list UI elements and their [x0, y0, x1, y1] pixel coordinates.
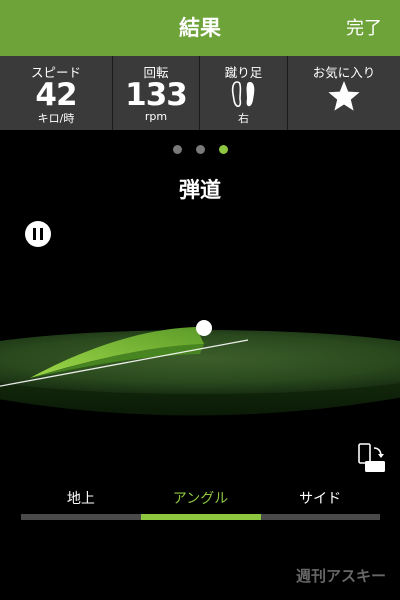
page-dot-active[interactable]: [218, 145, 228, 154]
star-icon[interactable]: [288, 80, 400, 112]
favorite-label: お気に入り: [312, 65, 376, 80]
stat-kicking-foot: 蹴り足 右: [199, 56, 287, 130]
stats-bar: スピード 42 キロ/時 回転 133 rpm 蹴り足 右 お気に入り: [0, 56, 400, 130]
tab-angle[interactable]: アングル: [141, 488, 261, 508]
speed-unit: キロ/時: [37, 112, 75, 125]
tab-side[interactable]: サイド: [260, 488, 380, 508]
tab-ground[interactable]: 地上: [21, 488, 141, 508]
page-dot[interactable]: [172, 145, 182, 154]
rotate-device-icon[interactable]: [356, 442, 388, 476]
view-tabs: 地上 アングル サイド: [21, 488, 380, 508]
trajectory-view: [0, 300, 400, 440]
ball: [196, 320, 212, 336]
spin-value: 133: [125, 77, 188, 113]
speed-value: 42: [35, 77, 77, 113]
done-button[interactable]: 完了: [346, 14, 382, 40]
page-title: 結果: [179, 16, 221, 40]
kicking-foot-value: 右: [238, 112, 249, 125]
navbar: 結果 完了: [0, 0, 400, 56]
favorite-toggle[interactable]: お気に入り: [287, 56, 400, 130]
watermark: 週刊アスキー: [295, 567, 386, 585]
page-dot[interactable]: [195, 145, 205, 154]
stat-spin: 回転 133 rpm: [112, 56, 199, 130]
tab-indicator-track: [21, 514, 380, 520]
section-title: 弾道: [179, 178, 221, 202]
footprints-icon: [200, 78, 287, 110]
tab-indicator: [141, 514, 261, 520]
pause-button[interactable]: [25, 221, 51, 247]
stat-speed: スピード 42 キロ/時: [0, 56, 112, 130]
page-indicator: [0, 145, 400, 154]
spin-unit: rpm: [144, 110, 168, 123]
